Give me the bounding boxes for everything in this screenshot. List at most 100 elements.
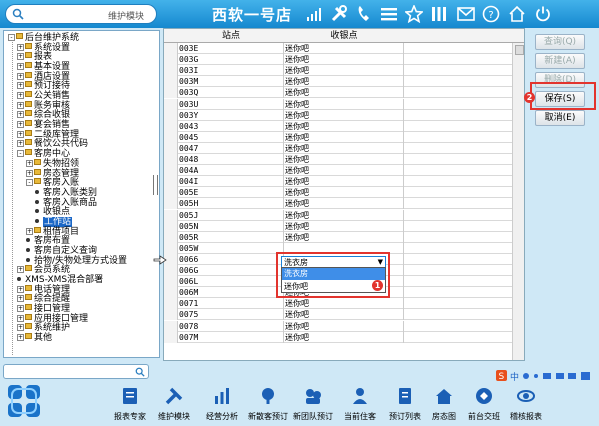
cell-cashier-point[interactable]: 迷你吧: [284, 120, 404, 132]
cell-station[interactable]: 003E: [178, 43, 284, 54]
cell-station[interactable]: 003Q: [178, 87, 284, 99]
cell-cashier-point[interactable]: 迷你吧: [284, 54, 404, 66]
cell-cashier-point[interactable]: 迷你吧: [284, 220, 404, 232]
table-row[interactable]: 005N 迷你吧: [164, 220, 512, 232]
tree-node[interactable]: 收银点: [35, 207, 70, 217]
dock-item[interactable]: 报表专家: [110, 386, 150, 424]
row-selector[interactable]: [164, 231, 178, 243]
cell-cashier-point[interactable]: 迷你吧: [284, 209, 404, 221]
tree-node[interactable]: + 接口管理: [17, 304, 70, 314]
tree-node[interactable]: 客房自定义查询: [26, 246, 97, 256]
cancel-button[interactable]: 取消(E): [535, 110, 585, 126]
row-selector[interactable]: [164, 142, 178, 154]
cell-station[interactable]: 003G: [178, 54, 284, 66]
workstation-grid[interactable]: 站点 收银点 003E 迷你吧 003G 迷你吧 003I 迷你吧 003M 迷你吧 003Q 迷…: [163, 28, 525, 361]
table-row[interactable]: 003M 迷你吧: [164, 76, 512, 88]
table-row[interactable]: 0078 迷你吧: [164, 320, 512, 332]
dock-item[interactable]: 新散客预订: [248, 386, 288, 424]
table-row[interactable]: 0047 迷你吧: [164, 142, 512, 154]
cell-cashier-point[interactable]: 迷你吧: [284, 231, 404, 243]
phone-icon[interactable]: [354, 4, 374, 24]
row-selector[interactable]: [164, 54, 178, 66]
help-icon[interactable]: ?: [481, 4, 501, 24]
tree-node[interactable]: + 综合收银: [17, 110, 70, 120]
table-row[interactable]: 003E 迷你吧: [164, 43, 512, 55]
expand-icon[interactable]: +: [17, 295, 24, 303]
cell-station[interactable]: 003M: [178, 76, 284, 88]
dock-item[interactable]: 新团队预订: [293, 386, 333, 424]
tree-node[interactable]: + 公关销售: [17, 91, 70, 101]
cell-station[interactable]: 003U: [178, 98, 284, 110]
tree-node[interactable]: XMS-XMS混合部署: [17, 275, 103, 285]
row-selector[interactable]: [164, 43, 178, 54]
panel-splitter[interactable]: [153, 175, 158, 195]
cell-station[interactable]: 007M: [178, 331, 284, 343]
tree-node[interactable]: + 会员系统: [17, 265, 70, 275]
row-selector[interactable]: [164, 287, 178, 299]
expand-icon[interactable]: +: [26, 227, 33, 235]
collapse-icon[interactable]: -: [17, 150, 24, 158]
cell-cashier-point[interactable]: 迷你吧: [284, 131, 404, 143]
cell-station[interactable]: 005E: [178, 187, 284, 199]
cell-station[interactable]: 004A: [178, 165, 284, 177]
expand-icon[interactable]: +: [17, 53, 24, 61]
tree-node[interactable]: 客房入账类别: [35, 188, 97, 198]
cell-cashier-point[interactable]: 迷你吧: [284, 109, 404, 121]
app-logo[interactable]: [6, 383, 42, 419]
new-button[interactable]: 新建(A): [535, 53, 585, 69]
expand-icon[interactable]: +: [17, 121, 24, 129]
tree-node[interactable]: - 客房中心: [17, 149, 70, 159]
menu-icon[interactable]: [379, 4, 399, 24]
cell-cashier-point[interactable]: 迷你吧: [284, 154, 404, 165]
collapse-icon[interactable]: -: [26, 179, 33, 187]
star-icon[interactable]: [404, 4, 424, 24]
row-selector[interactable]: [164, 131, 178, 143]
cell-station[interactable]: 0066: [178, 253, 284, 265]
cell-station[interactable]: 006M: [178, 287, 284, 299]
expand-icon[interactable]: +: [26, 159, 33, 167]
grid-scrollbar[interactable]: [512, 43, 524, 360]
cell-station[interactable]: 004I: [178, 176, 284, 188]
tree-node[interactable]: 工作站: [35, 216, 73, 227]
expand-icon[interactable]: +: [17, 324, 24, 332]
expand-icon[interactable]: +: [17, 72, 24, 80]
tree-node[interactable]: + 其他: [17, 333, 52, 343]
tree-search-input[interactable]: [3, 364, 149, 379]
cell-station[interactable]: 006G: [178, 265, 284, 276]
table-row[interactable]: 003Q 迷你吧: [164, 87, 512, 99]
tools-icon[interactable]: [329, 4, 349, 24]
cell-station[interactable]: 005R: [178, 231, 284, 243]
cell-cashier-point[interactable]: 迷你吧: [284, 43, 404, 54]
row-selector[interactable]: [164, 87, 178, 99]
cell-cashier-point[interactable]: 迷你吧: [284, 320, 404, 332]
row-selector[interactable]: [164, 242, 178, 254]
collapse-icon[interactable]: -: [8, 34, 15, 41]
expand-icon[interactable]: +: [17, 334, 24, 342]
row-selector[interactable]: [164, 165, 178, 177]
home-icon[interactable]: [507, 4, 527, 24]
dock-item[interactable]: 房态图: [424, 386, 464, 424]
cell-cashier-point[interactable]: 迷你吧: [284, 165, 404, 177]
module-tree[interactable]: - 后台维护系统 + 系统设置 + 报表 + 基本设置 + 酒店设置 + 预订接待 + 公关销售 + 账务审核…: [3, 30, 160, 358]
cell-cashier-point[interactable]: 迷你吧: [284, 87, 404, 99]
row-selector[interactable]: [164, 76, 178, 88]
signal-icon[interactable]: [304, 4, 324, 24]
column-header-cashier-point[interactable]: 收银点: [284, 29, 404, 43]
scrollbar-thumb[interactable]: [515, 45, 524, 55]
tree-node[interactable]: - 客房入账: [26, 178, 79, 188]
expand-icon[interactable]: +: [17, 285, 24, 293]
row-selector[interactable]: [164, 298, 178, 310]
cell-station[interactable]: 006L: [178, 276, 284, 288]
expand-icon[interactable]: +: [17, 92, 24, 100]
module-search[interactable]: 维护模块: [5, 4, 157, 24]
cell-station[interactable]: 005W: [178, 242, 284, 254]
search-icon[interactable]: [135, 367, 145, 377]
tree-node[interactable]: + 综合提醒: [17, 294, 70, 304]
expand-icon[interactable]: +: [17, 305, 24, 313]
table-row[interactable]: 0048 迷你吧: [164, 154, 512, 166]
tree-node[interactable]: + 基本设置: [17, 62, 70, 72]
column-header-station[interactable]: 站点: [178, 29, 284, 43]
dock-item[interactable]: 当前住客: [340, 386, 380, 424]
row-selector[interactable]: [164, 220, 178, 232]
row-selector[interactable]: [164, 198, 178, 210]
